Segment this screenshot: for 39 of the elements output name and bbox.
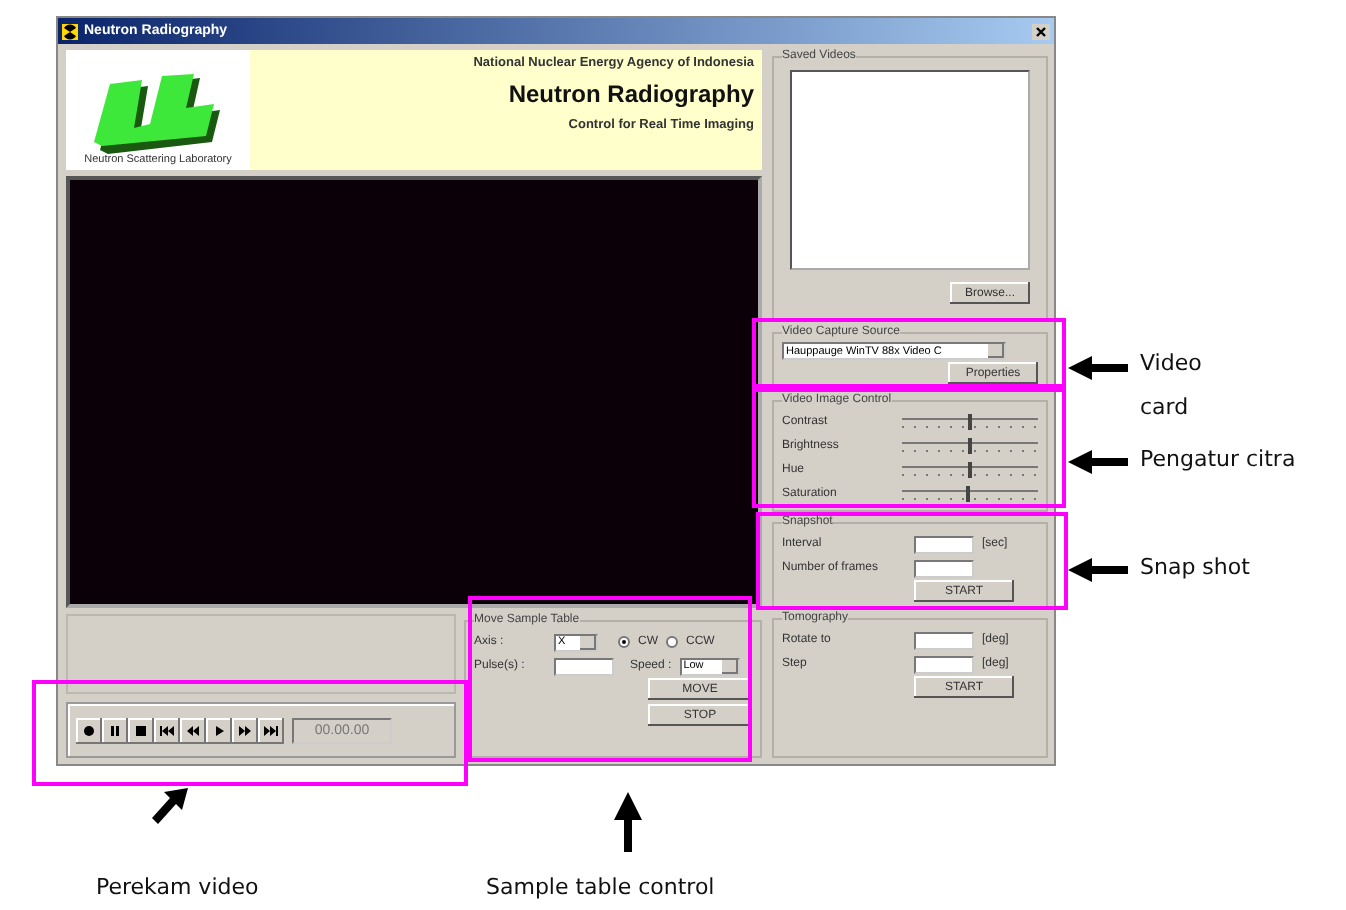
callout-arrow	[1068, 450, 1128, 474]
callout-label: Pengatur citra	[1140, 446, 1298, 474]
skip-forward-button[interactable]	[258, 717, 284, 743]
radio-button[interactable]	[666, 636, 678, 648]
input-field[interactable]	[914, 655, 974, 673]
record-icon	[84, 725, 94, 735]
slider[interactable]	[902, 461, 1038, 479]
pulse-field[interactable]	[554, 657, 614, 675]
stop-icon	[136, 725, 146, 735]
rewind-button[interactable]	[180, 717, 206, 743]
pause-icon	[108, 725, 122, 735]
play-button[interactable]	[206, 717, 232, 743]
slider[interactable]	[902, 413, 1038, 431]
callout-label: Perekam video	[96, 874, 259, 900]
slider[interactable]	[902, 437, 1038, 455]
app-title: Neutron Radiography	[508, 80, 754, 108]
record-button[interactable]	[76, 717, 102, 743]
callout-label: Snap shot	[1140, 554, 1252, 582]
callout-arrow	[152, 788, 188, 824]
callout-arrow	[614, 792, 642, 852]
radio-button[interactable]	[618, 636, 630, 648]
skip-back-button[interactable]	[154, 717, 180, 743]
skip-back-icon	[160, 725, 174, 735]
close-icon[interactable]	[1032, 23, 1050, 39]
callout-label: Video card	[1140, 348, 1204, 424]
callout-arrow	[1068, 558, 1128, 582]
callout-label: Sample table control	[486, 874, 715, 900]
slider[interactable]	[902, 485, 1038, 503]
stop-button[interactable]	[128, 717, 154, 743]
input-field[interactable]	[914, 535, 974, 553]
input-field[interactable]	[914, 559, 974, 577]
callout-arrow	[1068, 356, 1128, 380]
fast-forward-button[interactable]	[232, 717, 258, 743]
skip-forward-icon	[264, 725, 278, 735]
pause-button[interactable]	[102, 717, 128, 743]
play-icon	[215, 725, 223, 735]
fast-forward-icon	[238, 725, 252, 735]
rewind-icon	[186, 725, 200, 735]
input-field[interactable]	[914, 631, 974, 649]
